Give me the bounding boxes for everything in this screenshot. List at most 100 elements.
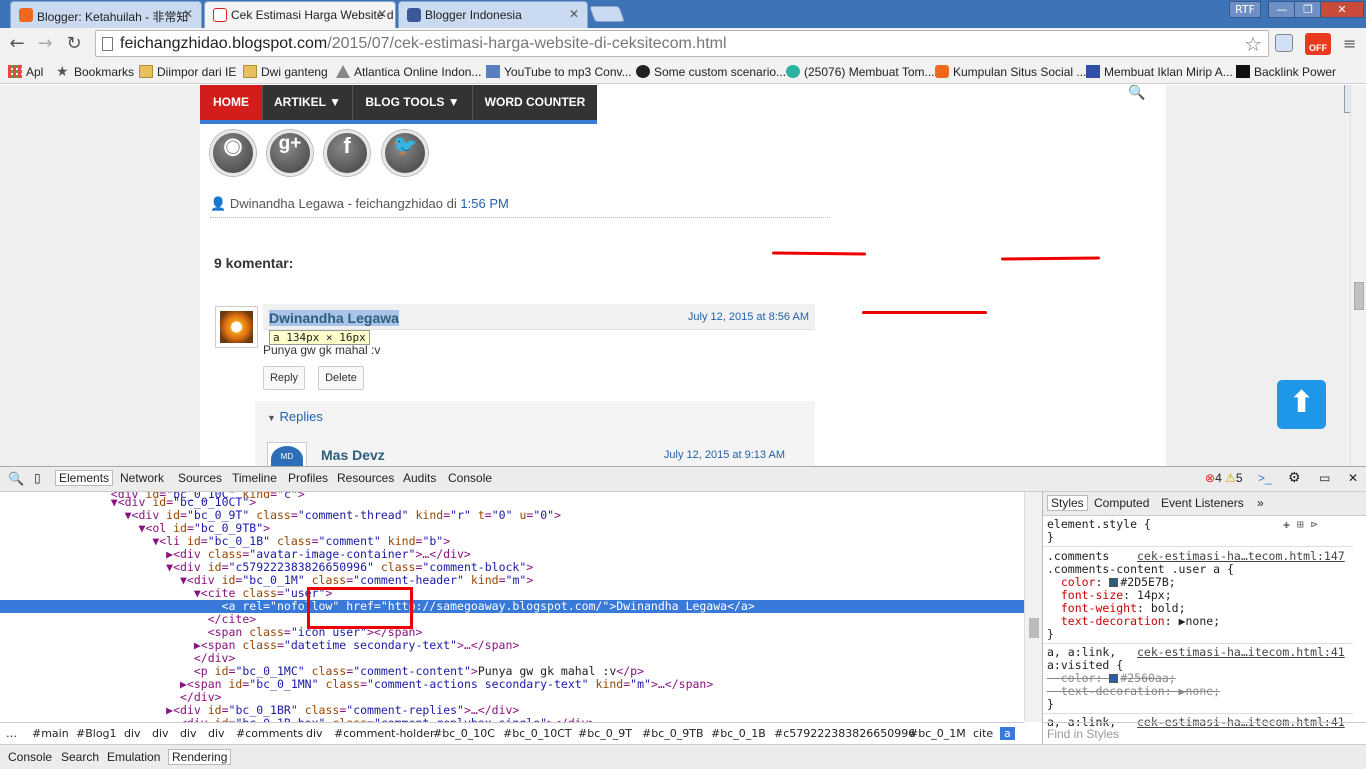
nav-blog-tools[interactable]: BLOG TOOLS ▼ [353,85,473,120]
tab-network[interactable]: Network [120,471,164,485]
nav-home[interactable]: HOME [200,85,263,120]
nav-artikel[interactable]: ARTIKEL ▼ [263,85,353,120]
breadcrumb-item[interactable]: #bc_0_10C [433,727,495,740]
close-window-button[interactable]: ✕ [1320,1,1364,18]
breadcrumb-item[interactable]: div [208,727,225,740]
breadcrumb-more[interactable]: … [6,727,17,740]
nav-word-counter[interactable]: WORD COUNTER [473,85,597,120]
breadcrumb-item[interactable]: div [306,727,323,740]
tab-computed[interactable]: Computed [1094,496,1149,510]
tab-event-listeners[interactable]: Event Listeners [1161,496,1244,510]
avatar[interactable] [215,306,258,348]
style-declaration[interactable]: text-decoration: ▶none; [1047,615,1220,628]
breadcrumb-item[interactable]: #Blog1 [76,727,117,740]
color-swatch-icon[interactable] [1109,674,1119,683]
close-icon[interactable]: ✕ [1348,471,1358,485]
bookmark-youtube-mp3[interactable]: YouTube to mp3 Conv... [484,63,632,81]
new-tab-button[interactable] [589,6,625,22]
close-icon[interactable]: ✕ [569,7,579,21]
reply-user-link[interactable]: Mas Devz [321,447,385,463]
tab-audits[interactable]: Audits [403,471,436,485]
find-in-styles-input[interactable]: Find in Styles [1042,722,1366,744]
style-declaration-overridden[interactable]: text-decoration: ▶none; [1047,685,1220,698]
tab-styles[interactable]: Styles [1047,495,1088,511]
scroll-to-top-button[interactable]: ⬆ [1277,380,1326,429]
forward-button[interactable]: → [34,33,56,55]
bookmark-bookmarks[interactable]: ★ Bookmarks [54,63,134,81]
bookmark-backlink-power[interactable]: Backlink Power [1234,63,1336,81]
breadcrumb-item[interactable]: #bc_0_1M [909,727,966,740]
breadcrumb-item[interactable]: div [180,727,197,740]
reply-date[interactable]: July 12, 2015 at 9:13 AM [664,449,785,461]
breadcrumb-item[interactable]: #comment-holder [334,727,434,740]
maximize-button[interactable]: ❐ [1294,1,1322,18]
offers-extension-icon[interactable]: OFF [1305,33,1331,55]
breadcrumb-item[interactable]: #main [32,727,69,740]
bookmark-custom-scenario[interactable]: Some custom scenario... [634,63,786,81]
inspect-icon[interactable]: 🔍 [8,471,24,487]
tab-timeline[interactable]: Timeline [232,471,277,485]
address-bar[interactable]: feichangzhidao.blogspot.com/2015/07/cek-… [95,30,1269,57]
search-icon[interactable]: 🔍 [1128,85,1145,101]
rtf-button[interactable]: RTF [1229,1,1261,18]
post-time[interactable]: 1:56 PM [460,196,508,211]
tab-blogger-indonesia[interactable]: Blogger Indonesia ✕ [398,1,588,28]
breadcrumb-item[interactable]: #bc_0_10CT [503,727,572,740]
breadcrumb-item[interactable]: cite [973,727,993,740]
breadcrumb-item-active[interactable]: a [1000,727,1015,740]
rss-icon[interactable]: ◉ [210,130,256,176]
url-text[interactable]: feichangzhidao.blogspot.com/2015/07/cek-… [120,35,727,53]
dom-tree[interactable]: <div id="bc_0_10C" kind="c"> ▼<div id="b… [0,492,1024,722]
close-icon[interactable]: ✕ [183,7,193,21]
console-drawer-icon[interactable]: >_ [1258,471,1272,485]
twitter-icon[interactable]: 🐦 [382,130,428,176]
menu-icon[interactable]: ≡ [1343,34,1356,53]
extension-icon[interactable] [1275,34,1293,52]
drawer-tab-emulation[interactable]: Emulation [107,750,160,764]
tab-console[interactable]: Console [448,471,492,485]
breadcrumb-item[interactable]: div [124,727,141,740]
style-toolbar-icons[interactable]: ✚ ⊞ ⊳ [1283,518,1318,531]
delete-button[interactable]: Delete [318,366,364,390]
comment-date[interactable]: July 12, 2015 at 8:56 AM [688,311,809,323]
google-plus-icon[interactable]: g+ [267,130,313,176]
tab-resources[interactable]: Resources [337,471,394,485]
color-swatch-icon[interactable] [1109,578,1119,587]
breadcrumb-item[interactable]: #bc_0_9TB [642,727,704,740]
drawer-tab-search[interactable]: Search [61,750,99,764]
back-button[interactable]: ← [6,33,28,55]
breadcrumb-item[interactable]: #bc_0_1B [711,727,766,740]
scrollbar-thumb[interactable] [1029,618,1039,638]
bookmark-atlantica[interactable]: Atlantica Online Indon... [334,63,481,81]
scrollbar-thumb[interactable] [1354,282,1364,310]
bookmark-folder-dwi[interactable]: Dwi ganteng [241,63,328,81]
error-count[interactable]: ⊗4 ⚠5 [1205,471,1243,485]
bookmark-membuat-tom[interactable]: (25076) Membuat Tom... [784,63,935,81]
breadcrumb-item[interactable]: #bc_0_9T [578,727,632,740]
replies-toggle[interactable]: ▼ Replies [267,409,323,424]
tab-sources[interactable]: Sources [178,471,222,485]
drawer-tab-rendering[interactable]: Rendering [168,749,232,765]
bookmark-star-icon[interactable]: ☆ [1244,32,1262,56]
bookmark-kumpulan-situs[interactable]: Kumpulan Situs Social ... [933,63,1086,81]
breadcrumb-item[interactable]: div [152,727,169,740]
dom-tree-scrollbar[interactable] [1024,492,1042,722]
page-scrollbar[interactable] [1350,85,1366,466]
style-rule[interactable]: element.style { [1047,518,1151,531]
bookmark-membuat-iklan[interactable]: Membuat Iklan Mirip A... [1084,63,1233,81]
tab-blogger-ketahuilah[interactable]: Blogger: Ketahuilah - 非常知 ✕ [10,1,202,28]
tab-profiles[interactable]: Profiles [288,471,328,485]
facebook-icon[interactable]: f [324,130,370,176]
gear-icon[interactable]: ⚙ [1288,469,1301,486]
more-tabs-icon[interactable]: » [1257,496,1264,510]
reply-button[interactable]: Reply [263,366,305,390]
comment-user-link[interactable]: Dwinandha Legawa [269,310,399,326]
bookmark-apps[interactable]: Apl [6,63,43,81]
close-icon[interactable]: ✕ [377,7,387,21]
tab-elements[interactable]: Elements [55,470,114,486]
reload-button[interactable]: ↻ [63,33,85,55]
avatar[interactable]: MD [267,442,307,466]
drawer-tab-console[interactable]: Console [8,750,52,764]
device-mode-icon[interactable]: ▯ [34,471,41,485]
minimize-button[interactable]: — [1268,1,1296,18]
